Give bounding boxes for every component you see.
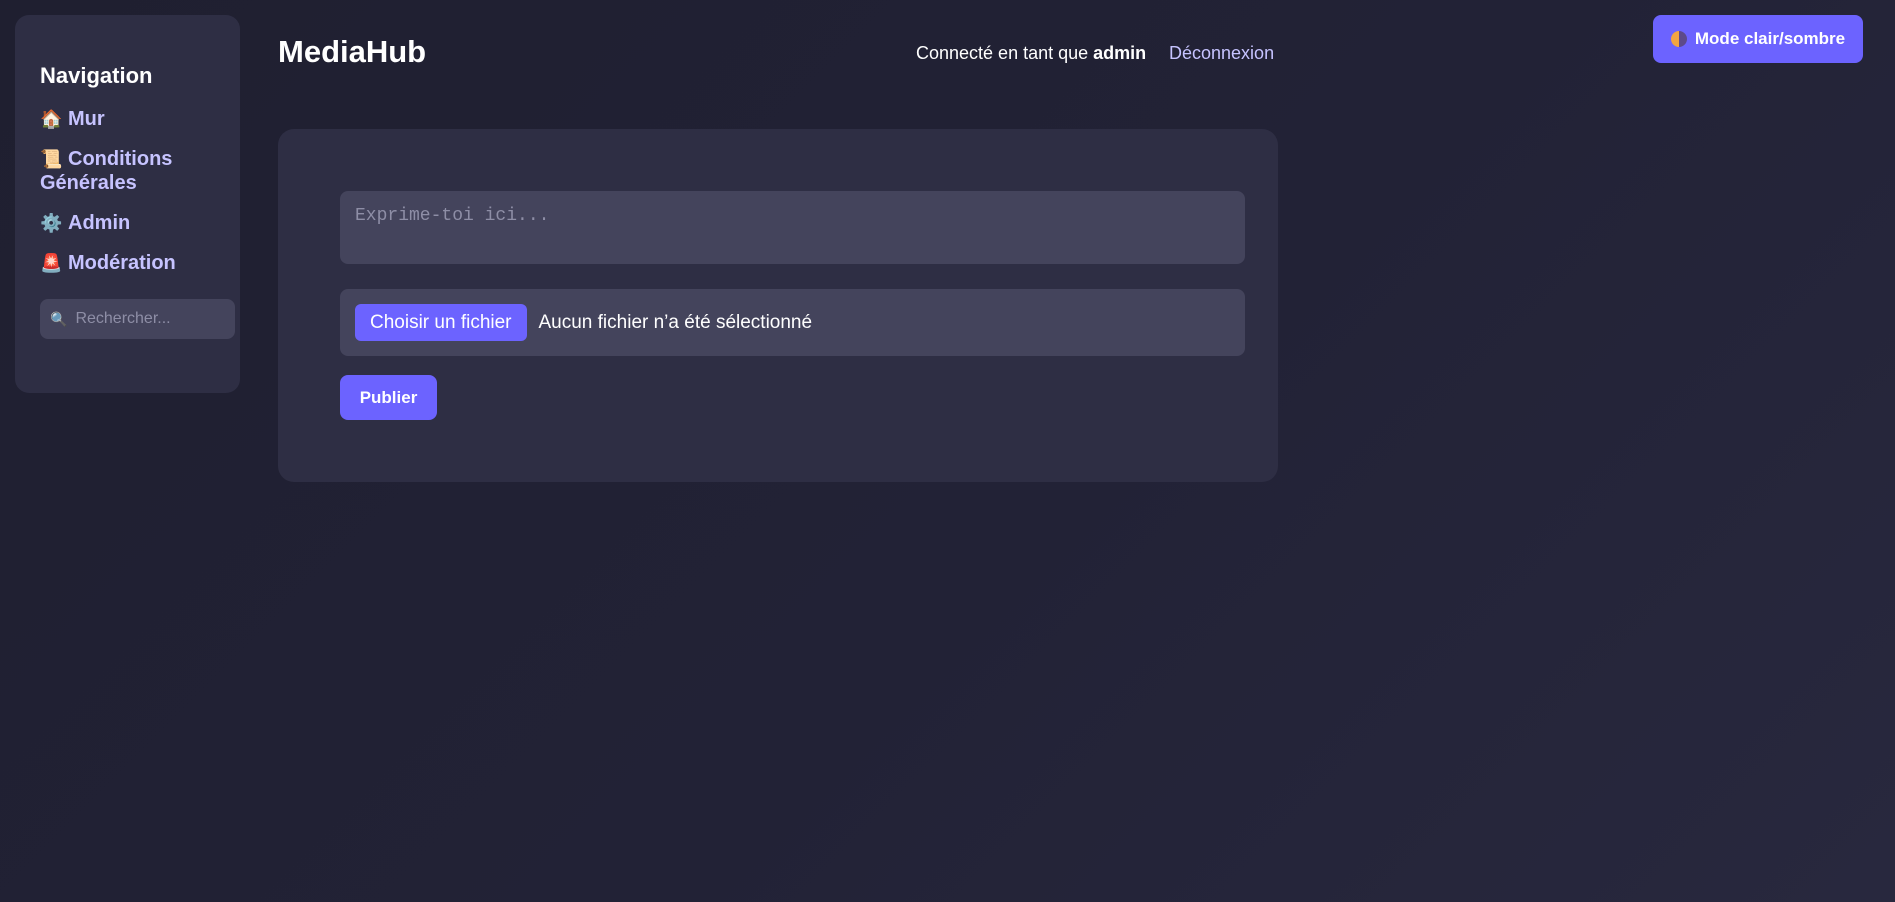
user-info: Connecté en tant que admin xyxy=(916,43,1146,64)
logout-link[interactable]: Déconnexion xyxy=(1169,43,1274,64)
search-box: 🔍 xyxy=(40,299,235,339)
sidebar-item-label: Admin xyxy=(68,212,131,234)
half-moon-icon xyxy=(1670,31,1687,47)
search-input[interactable] xyxy=(73,309,228,329)
theme-toggle-button[interactable]: Mode clair/sombre xyxy=(1653,15,1863,63)
house-icon: 🏠 xyxy=(40,109,63,129)
nav-list: 🏠 Mur 📜 Conditions Générales ⚙️ Admin 🚨 Modé… xyxy=(40,107,240,275)
username: admin xyxy=(1093,43,1147,63)
sidebar-item-moderation[interactable]: 🚨 Modération xyxy=(40,251,200,275)
post-textarea[interactable] xyxy=(340,191,1245,264)
brand-title: MediaHub xyxy=(278,34,427,69)
sidebar-item-label: Modération xyxy=(68,252,176,274)
sidebar-item-admin[interactable]: ⚙️ Admin xyxy=(40,211,200,235)
choose-file-button[interactable]: Choisir un fichier xyxy=(355,304,527,341)
sidebar-item-conditions-generales[interactable]: 📜 Conditions Générales xyxy=(40,147,200,195)
file-status: Aucun fichier n’a été sélectionné xyxy=(538,311,813,333)
siren-icon: 🚨 xyxy=(40,253,63,273)
sidebar: Navigation 🏠 Mur 📜 Conditions Générales ⚙️… xyxy=(15,15,240,393)
sidebar-item-mur[interactable]: 🏠 Mur xyxy=(40,107,200,131)
theme-toggle-label: Mode clair/sombre xyxy=(1694,29,1846,48)
search-icon: 🔍 xyxy=(50,310,68,327)
sidebar-item-label: Mur xyxy=(68,108,105,130)
publish-button[interactable]: Publier xyxy=(340,375,437,420)
post-card: Choisir un fichier Aucun fichier n’a été… xyxy=(278,129,1278,482)
scroll-icon: 📜 xyxy=(40,149,63,169)
gear-icon: ⚙️ xyxy=(40,213,63,233)
sidebar-title: Navigation xyxy=(40,63,153,88)
user-prefix: Connecté en tant que xyxy=(916,43,1089,63)
file-input-row: Choisir un fichier Aucun fichier n’a été… xyxy=(340,289,1245,356)
